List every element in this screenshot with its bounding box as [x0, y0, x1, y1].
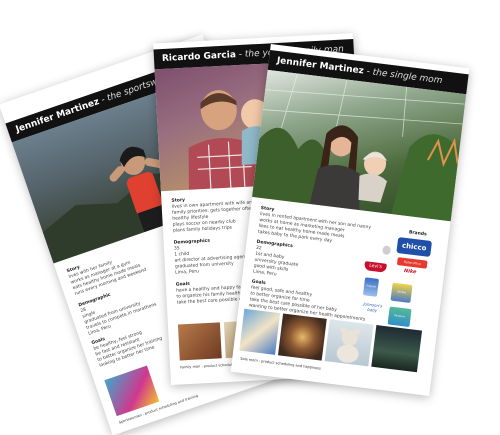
gallery-thumb	[371, 325, 423, 373]
chicco-logo: chicco	[396, 237, 433, 258]
similac-logo: Similac	[390, 282, 413, 303]
mother-baby-illustration	[252, 73, 466, 222]
persona-card-single-mom: Jennifer Martinez - the single mom Story…	[230, 44, 470, 396]
levis-logo: Levi's	[364, 261, 387, 273]
apple-logo	[382, 245, 392, 256]
enfamil-logo: Enfamil	[362, 277, 380, 297]
gallery-thumb	[239, 308, 281, 355]
gallery-thumb	[324, 319, 374, 367]
nike-logo: Nike	[403, 267, 417, 276]
persona-name: Ricardo Garcia	[161, 50, 237, 65]
brands-heading: Brands	[408, 230, 427, 238]
gallery-thumb	[177, 322, 222, 361]
gallery-thumb	[277, 313, 327, 361]
pampers-logo: Pampers	[387, 306, 412, 328]
teddy-bear-icon	[336, 327, 361, 363]
persona-photo	[252, 69, 467, 222]
johnsons-baby-logo: Johnson's baby	[363, 301, 383, 313]
